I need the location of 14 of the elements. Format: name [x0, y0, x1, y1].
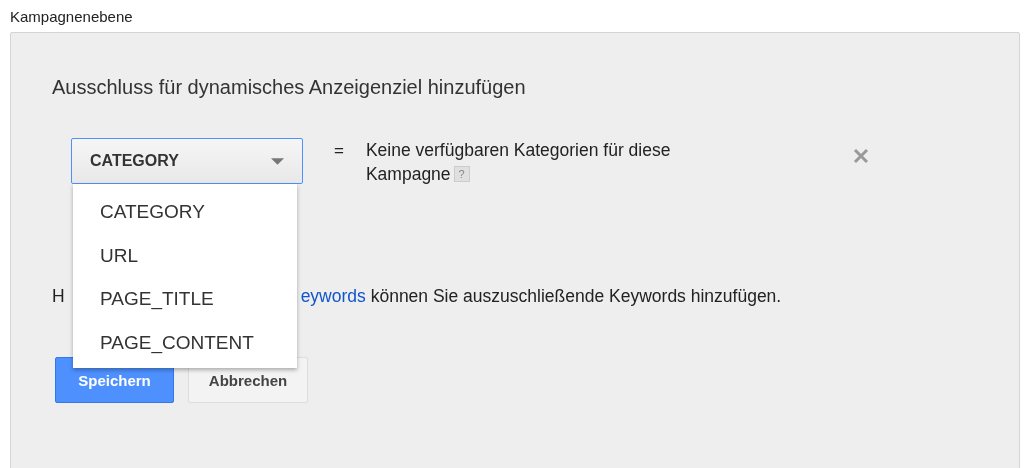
hint-text: eywords können Sie auszuschließende Keywords hinzufügen.: [300, 286, 782, 307]
panel-title: Ausschluss für dynamisches Anzeigenziel hinzufügen: [52, 76, 527, 99]
dropdown[interactable]: CATEGORY: [71, 138, 303, 184]
section-label: Kampagnenebene: [9, 7, 134, 27]
dropdown-option[interactable]: URL: [73, 233, 297, 277]
dropdown-option[interactable]: PAGE_TITLE: [73, 277, 297, 321]
hint-text: H: [52, 286, 65, 307]
value-text: Keine verfügbaren Kategorien für diese: [365, 139, 671, 162]
caret-icon: [271, 157, 284, 165]
operator: =: [334, 141, 344, 161]
keywords-link[interactable]: eywords: [300, 286, 366, 306]
value-text: Kampagne: [365, 163, 451, 186]
close-icon[interactable]: [852, 148, 869, 164]
dropdown-option[interactable]: CATEGORY: [73, 190, 297, 234]
